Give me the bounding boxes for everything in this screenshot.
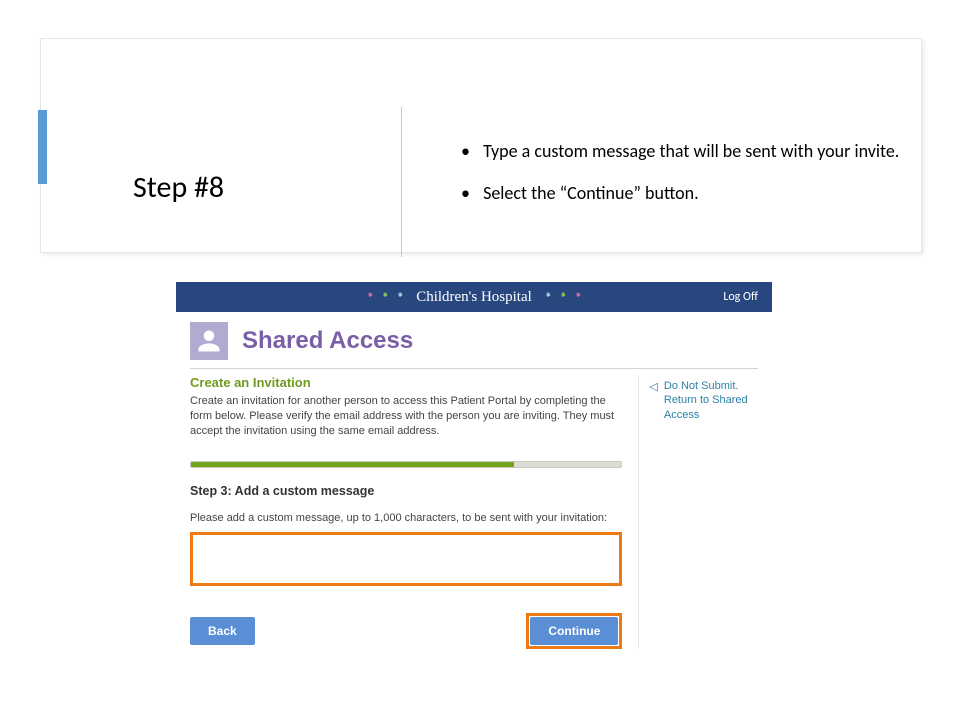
brand-name: Children's Hospital <box>416 289 532 306</box>
page-title-row: Shared Access <box>176 312 772 368</box>
brand: Children's Hospital <box>364 289 584 306</box>
return-link-line1: Do Not Submit. <box>664 380 739 392</box>
continue-button[interactable]: Continue <box>530 617 618 645</box>
portal-header: Children's Hospital Log Off <box>176 282 772 312</box>
progress-fill <box>191 462 514 467</box>
page-title: Shared Access <box>242 327 413 355</box>
divider <box>190 368 758 369</box>
handprints-right-icon <box>542 291 584 303</box>
bullet-item: • Select the “Continue” button. <box>461 181 931 205</box>
continue-highlight: Continue <box>526 613 622 649</box>
wizard-step-instruction: Please add a custom message, up to 1,000… <box>190 512 622 524</box>
user-icon <box>195 327 223 355</box>
section-heading: Create an Invitation <box>190 375 622 390</box>
bullet-dot-icon: • <box>461 139 479 163</box>
progress-bar <box>190 461 622 468</box>
accent-bar <box>38 110 47 184</box>
bullet-dot-icon: • <box>461 181 479 205</box>
bullet-text: Type a custom message that will be sent … <box>483 140 899 162</box>
wizard-step-label: Step 3: Add a custom message <box>190 484 622 498</box>
bullet-item: • Type a custom message that will be sen… <box>461 139 931 163</box>
instruction-card: Step #8 • Type a custom message that wil… <box>40 38 922 253</box>
return-link[interactable]: ◁ Do Not Submit. Return to Shared Access <box>649 379 758 422</box>
avatar <box>190 322 228 360</box>
instruction-bullets: • Type a custom message that will be sen… <box>461 139 931 224</box>
triangle-left-icon: ◁ <box>649 380 657 394</box>
main-column: Create an Invitation Create an invitatio… <box>190 375 638 649</box>
step-title: Step #8 <box>133 169 224 206</box>
handprints-left-icon <box>364 291 406 303</box>
bullet-text: Select the “Continue” button. <box>483 182 699 204</box>
return-link-line2: Return to Shared Access <box>664 394 748 420</box>
section-description: Create an invitation for another person … <box>190 394 622 439</box>
logoff-link[interactable]: Log Off <box>723 282 758 312</box>
back-button[interactable]: Back <box>190 617 255 645</box>
custom-message-input[interactable] <box>190 532 622 586</box>
side-column: ◁ Do Not Submit. Return to Shared Access <box>638 375 758 649</box>
portal-screenshot: Children's Hospital Log Off Shared Acces… <box>176 282 772 663</box>
vertical-divider <box>401 107 402 257</box>
